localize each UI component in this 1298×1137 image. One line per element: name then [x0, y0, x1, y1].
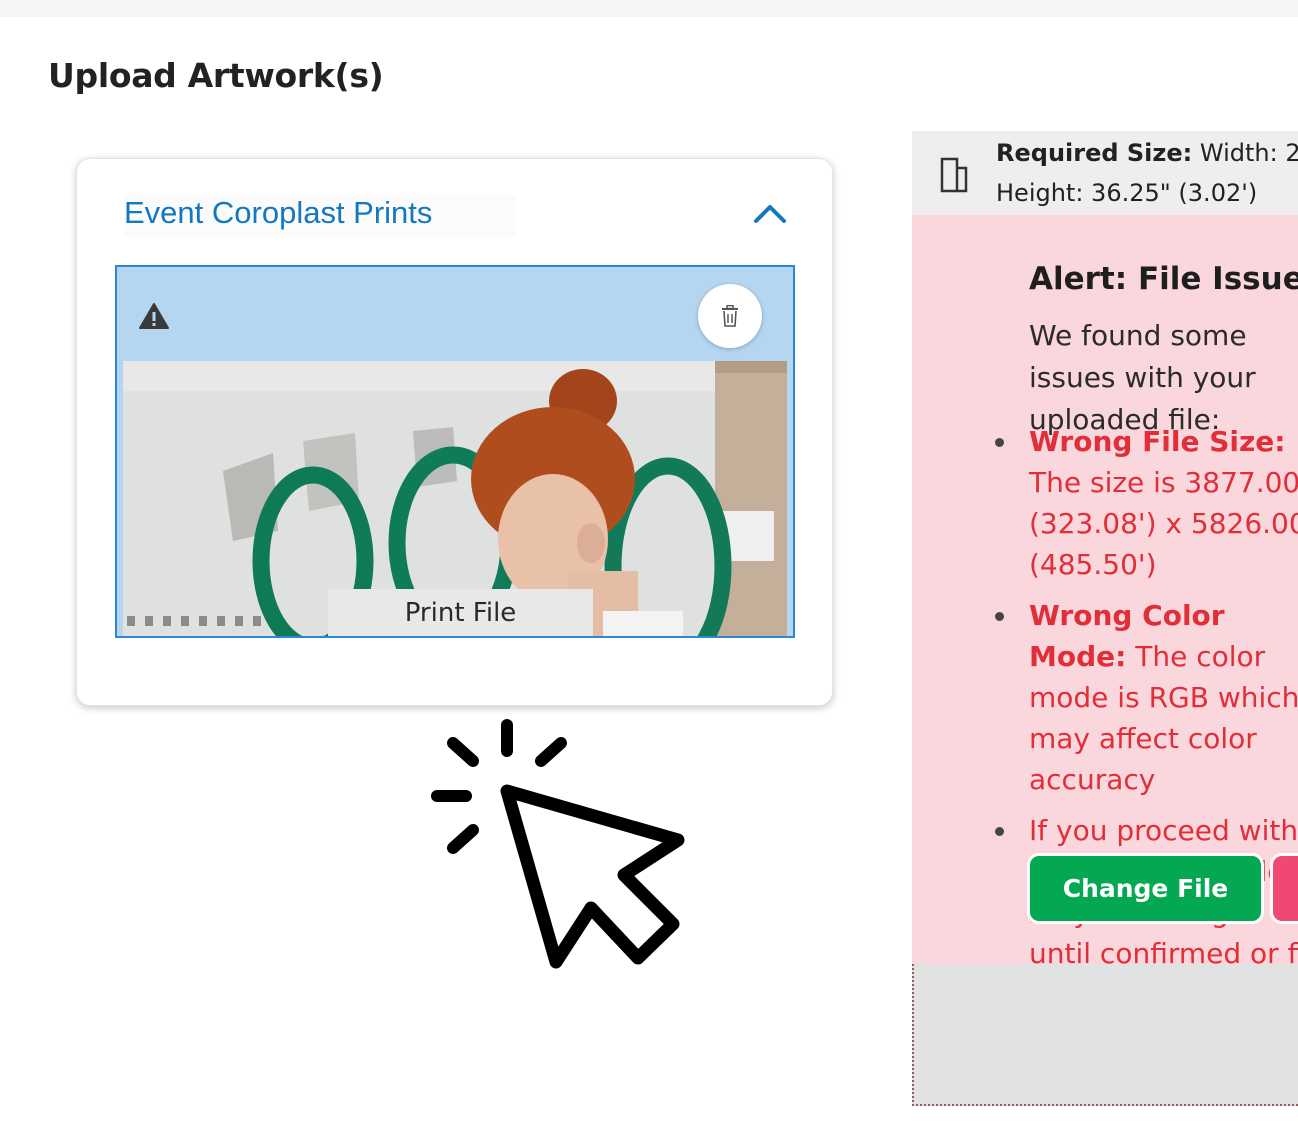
file-preview-area: [912, 964, 1298, 1106]
product-card: Event Coroplast Prints Print File: [76, 158, 833, 706]
print-file-label: Print File: [328, 589, 593, 636]
document-size-icon: [940, 157, 968, 193]
file-issues-alert: Alert: File Issues We found some issues …: [912, 215, 1298, 970]
proceed-button[interactable]: [1270, 853, 1298, 924]
card-title: Event Coroplast Prints: [124, 195, 433, 230]
issue-label: Wrong File Size:: [1029, 425, 1286, 458]
page-title: Upload Artwork(s): [48, 56, 384, 95]
trash-icon: [722, 305, 738, 327]
required-width: Width: 24: [1199, 139, 1298, 167]
artwork-thumbnail: Print File: [123, 361, 787, 636]
issue-text: The size is 3877.00" (323.08') x 5826.00…: [1029, 466, 1298, 581]
required-size-bar: Required Size: Width: 24 Height: 36.25" …: [912, 131, 1298, 215]
issue-item: Wrong File Size: The size is 3877.00" (3…: [992, 421, 1298, 585]
issue-item: Wrong Color Mode: The color mode is RGB …: [992, 595, 1298, 800]
chevron-up-icon[interactable]: [753, 201, 787, 225]
change-file-button[interactable]: Change File: [1027, 853, 1264, 924]
delete-file-button[interactable]: [698, 284, 762, 348]
uploaded-file-tile[interactable]: Print File: [115, 265, 795, 638]
top-bar: [0, 0, 1298, 17]
required-height: Height: 36.25" (3.02'): [996, 179, 1258, 207]
warning-triangle-icon: [139, 303, 169, 329]
file-info-panel: Required Size: Width: 24 Height: 36.25" …: [912, 131, 1298, 1106]
alert-title: Alert: File Issues: [1029, 261, 1298, 297]
required-size-label: Required Size:: [996, 139, 1193, 167]
click-cursor-icon: [431, 719, 685, 969]
